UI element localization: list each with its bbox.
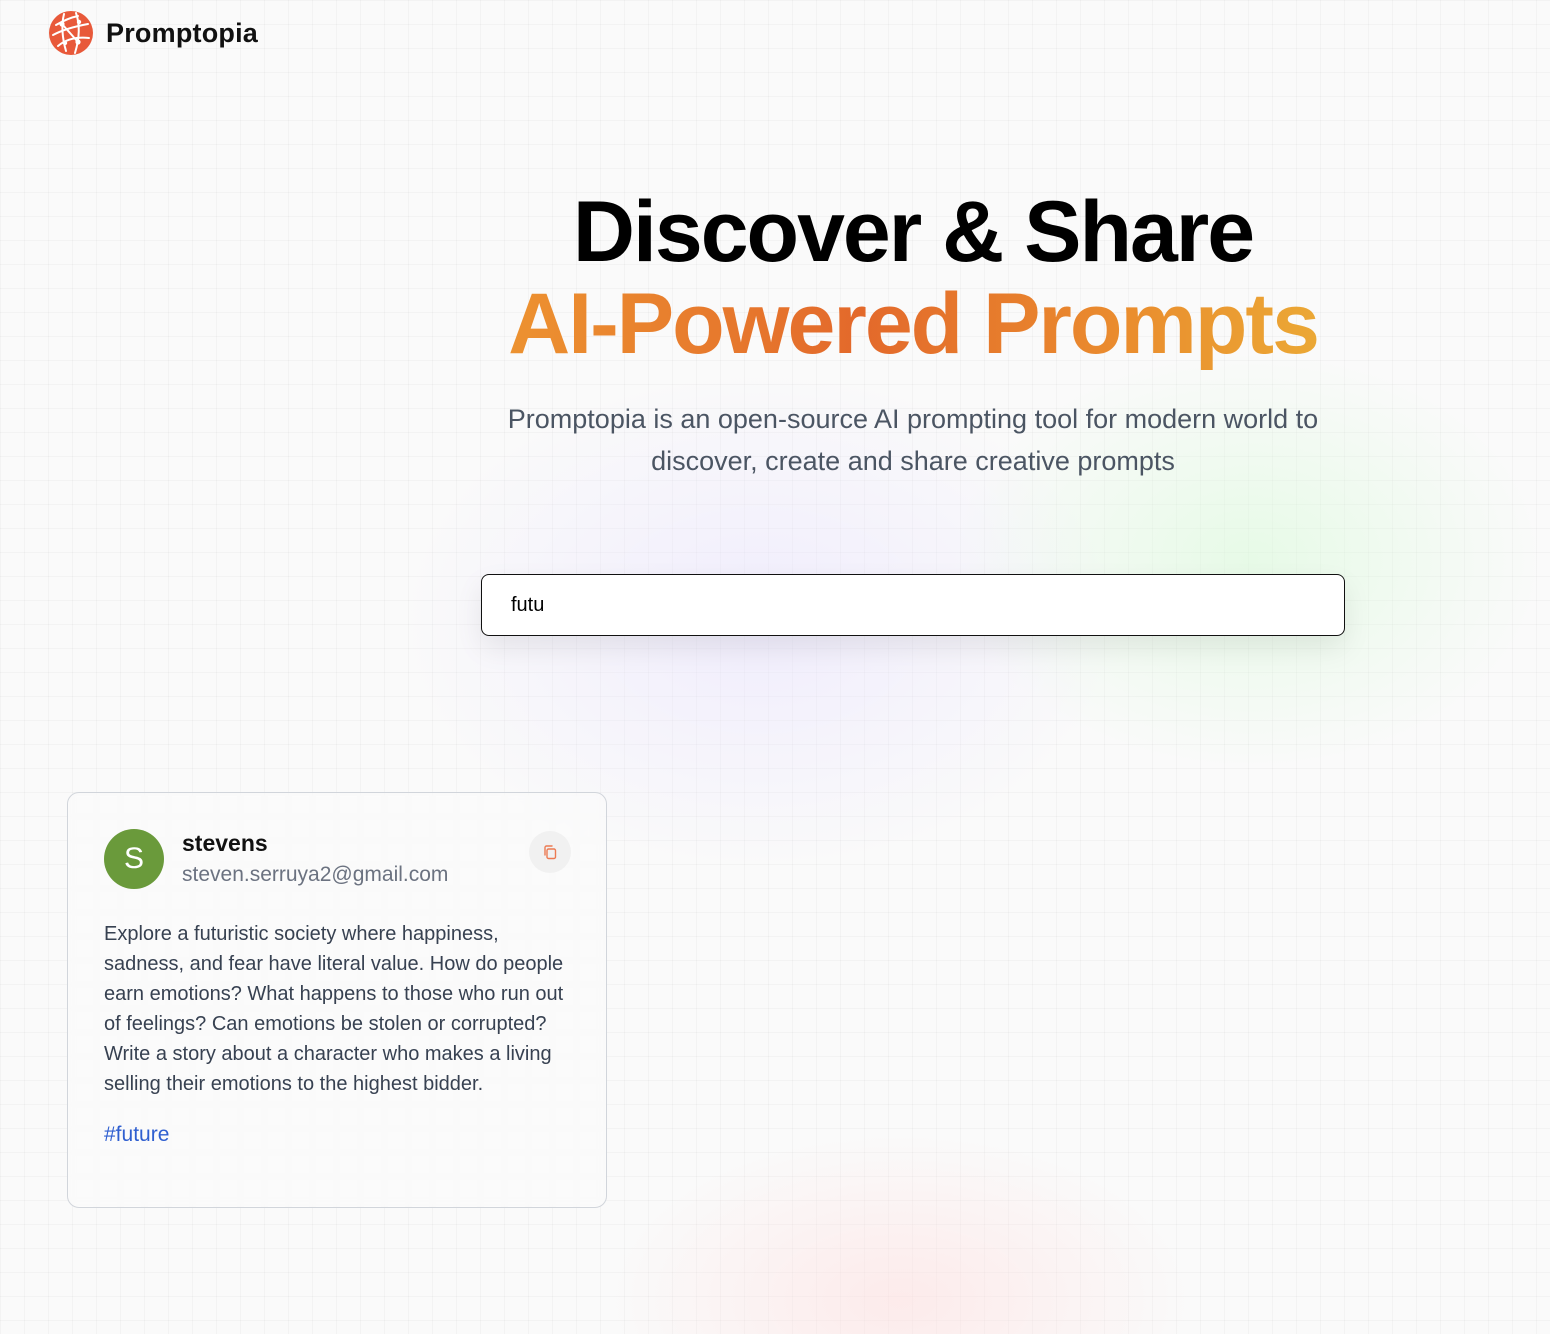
user-email: steven.serruya2@gmail.com (182, 862, 449, 886)
prompt-card-header: S stevens steven.serruya2@gmail.com (104, 829, 571, 889)
hero-title-line2: AI-Powered Prompts (380, 278, 1446, 370)
brand-name: Promptopia (106, 17, 259, 48)
avatar: S (104, 829, 164, 889)
username: stevens (182, 829, 268, 856)
hero-description: Promptopia is an open-source AI promptin… (507, 404, 1319, 476)
prompt-text: Explore a futuristic society where happi… (104, 923, 564, 1095)
globe-network-icon (49, 11, 93, 55)
search-form (481, 574, 1345, 636)
search-input[interactable] (481, 574, 1345, 636)
nav-brand-link[interactable]: Promptopia (48, 10, 258, 56)
prompt-tag[interactable]: #future (104, 1123, 169, 1147)
copy-button[interactable] (529, 831, 571, 873)
copy-icon (544, 845, 557, 860)
prompt-card: S stevens steven.serruya2@gmail.com Expl… (67, 792, 607, 1208)
hero-section: Discover & Share AI-Powered Prompts Prom… (380, 186, 1446, 482)
user-info: stevens steven.serruya2@gmail.com (182, 830, 448, 887)
hero-title: Discover & Share AI-Powered Prompts (380, 186, 1446, 370)
prompt-card-user[interactable]: S stevens steven.serruya2@gmail.com (104, 829, 448, 889)
hero-title-line1: Discover & Share (572, 184, 1255, 280)
